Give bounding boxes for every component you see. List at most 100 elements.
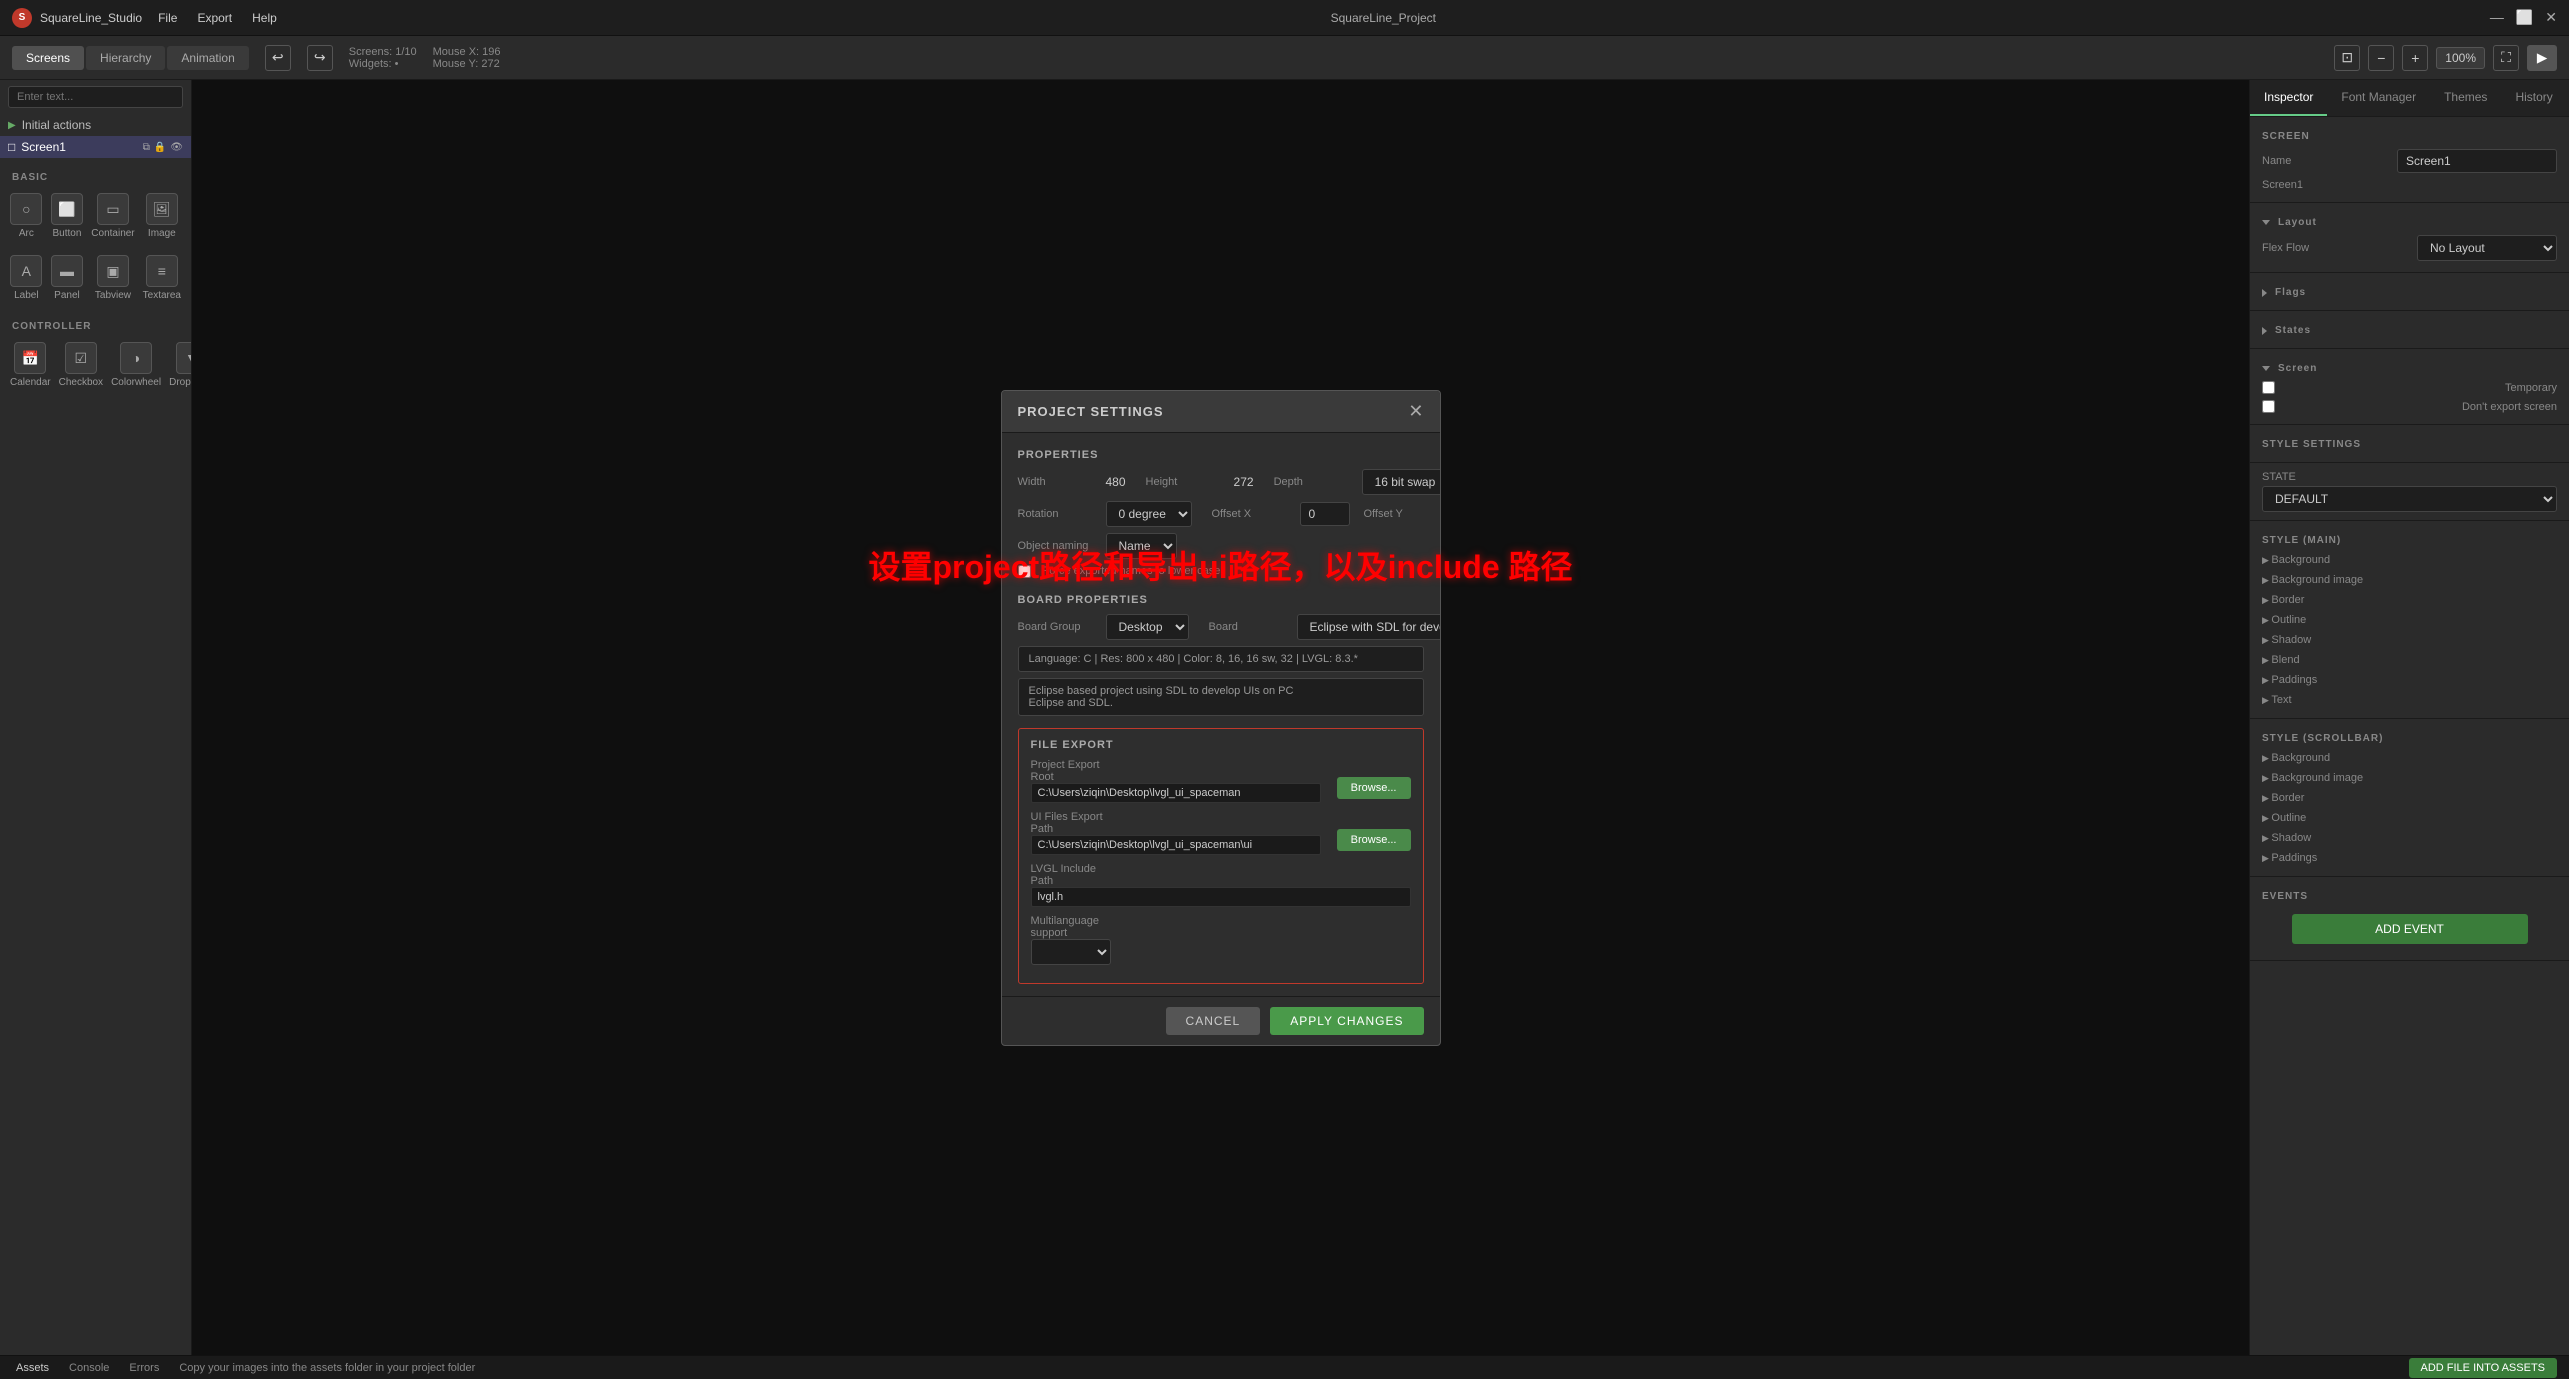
scroll-shadow[interactable]: Shadow: [2262, 828, 2557, 848]
copy-icon[interactable]: ⧉: [143, 142, 150, 153]
project-export-input[interactable]: [1031, 783, 1321, 803]
tab-themes[interactable]: Themes: [2430, 80, 2501, 116]
scroll-background[interactable]: Background: [2262, 748, 2557, 768]
container-icon: ▭: [97, 193, 129, 225]
style-text[interactable]: Text: [2262, 690, 2557, 710]
fit-screen-button[interactable]: ⊡: [2334, 45, 2360, 71]
style-paddings[interactable]: Paddings: [2262, 670, 2557, 690]
tab-animation[interactable]: Animation: [167, 46, 248, 70]
style-background-image[interactable]: Background image: [2262, 570, 2557, 590]
apply-button[interactable]: APPLY CHANGES: [1270, 1007, 1423, 1035]
style-background[interactable]: Background: [2262, 550, 2557, 570]
ui-files-label: UI Files Export Path: [1031, 811, 1111, 835]
multilang-select[interactable]: [1031, 939, 1111, 965]
tab-screens[interactable]: Screens: [12, 46, 84, 70]
tab-console[interactable]: Console: [65, 1362, 113, 1374]
style-outline[interactable]: Outline: [2262, 610, 2557, 630]
width-label: Width: [1018, 476, 1098, 488]
flags-title: Flags: [2262, 281, 2557, 302]
tree-item-initial-actions[interactable]: ▶ Initial actions: [0, 114, 191, 136]
obj-naming-row: Object naming Name: [1018, 533, 1424, 559]
canvas-area[interactable]: 设置project路径和导出ui路径，以及include 路径 PROJECT …: [192, 80, 2249, 1355]
widget-arc[interactable]: ○ Arc: [8, 187, 45, 245]
widget-colorwheel[interactable]: ◑ Colorwheel: [109, 336, 163, 394]
offset-x-input[interactable]: [1300, 502, 1350, 526]
scroll-paddings[interactable]: Paddings: [2262, 848, 2557, 868]
state-select[interactable]: DEFAULT: [2262, 486, 2557, 512]
screens-count: Screens: 1/10 Widgets: •: [349, 46, 417, 70]
undo-button[interactable]: ↩: [265, 45, 291, 71]
menu-export[interactable]: Export: [197, 11, 232, 25]
menu-help[interactable]: Help: [252, 11, 277, 25]
temporary-checkbox[interactable]: [2262, 381, 2275, 394]
lock-icon[interactable]: 🔒: [154, 142, 166, 153]
widget-panel[interactable]: ▬ Panel: [49, 249, 86, 307]
dimensions-row: Width 480 Height 272 Depth 16 bit swap: [1018, 469, 1424, 495]
lvgl-include-input[interactable]: [1031, 887, 1411, 907]
close-button[interactable]: ✕: [2545, 9, 2557, 26]
scroll-border[interactable]: Border: [2262, 788, 2557, 808]
tab-history[interactable]: History: [2501, 80, 2566, 116]
widget-container[interactable]: ▭ Container: [89, 187, 136, 245]
eye-icon[interactable]: 👁: [170, 142, 183, 153]
dont-export-checkbox[interactable]: [2262, 400, 2275, 413]
style-main-section: STYLE (MAIN) Background Background image…: [2250, 521, 2569, 719]
style-border[interactable]: Border: [2262, 590, 2557, 610]
zoom-in-button[interactable]: +: [2402, 45, 2428, 71]
cancel-button[interactable]: CANCEL: [1166, 1007, 1261, 1035]
name-input[interactable]: [2397, 149, 2557, 173]
basic-section-header: BASIC: [8, 166, 183, 187]
right-panel-tabs: Inspector Font Manager Themes History: [2250, 80, 2569, 117]
widget-tabview[interactable]: ▣ Tabview: [89, 249, 136, 307]
screen-sub-section: Screen Temporary Don't export screen: [2250, 349, 2569, 425]
add-file-button[interactable]: ADD FILE INTO ASSETS: [2409, 1358, 2558, 1378]
temporary-label: Temporary: [2505, 382, 2557, 394]
widget-image[interactable]: 🖼 Image: [141, 187, 183, 245]
board-group-select[interactable]: Desktop: [1106, 614, 1189, 640]
app-name: SquareLine_Studio: [40, 11, 142, 25]
widget-calendar[interactable]: 📅 Calendar: [8, 336, 53, 394]
height-label: Height: [1146, 476, 1226, 488]
fullscreen-button[interactable]: ⛶: [2493, 45, 2519, 71]
modal-close-button[interactable]: ✕: [1408, 401, 1423, 422]
search-input[interactable]: [8, 86, 183, 108]
tab-errors[interactable]: Errors: [125, 1362, 163, 1374]
tree-item-screen1[interactable]: □ Screen1 ⧉ 🔒 👁: [0, 136, 191, 158]
widget-textarea[interactable]: ≡ Textarea: [141, 249, 183, 307]
zoom-out-button[interactable]: −: [2368, 45, 2394, 71]
tab-font-manager[interactable]: Font Manager: [2327, 80, 2430, 116]
redo-button[interactable]: ↪: [307, 45, 333, 71]
state-label: STATE: [2262, 471, 2557, 483]
style-blend[interactable]: Blend: [2262, 650, 2557, 670]
scroll-outline[interactable]: Outline: [2262, 808, 2557, 828]
widget-dropdown[interactable]: ▼ Dropdown: [167, 336, 191, 394]
widget-label[interactable]: A Label: [8, 249, 45, 307]
menu-file[interactable]: File: [158, 11, 177, 25]
obj-naming-select[interactable]: Name: [1106, 533, 1177, 559]
ui-browse-button[interactable]: Browse...: [1337, 829, 1411, 851]
minimize-button[interactable]: —: [2490, 9, 2504, 26]
widget-checkbox[interactable]: ☑ Checkbox: [57, 336, 105, 394]
app-icon: S: [12, 8, 32, 28]
style-shadow[interactable]: Shadow: [2262, 630, 2557, 650]
widget-button[interactable]: ⬜ Button: [49, 187, 86, 245]
tab-hierarchy[interactable]: Hierarchy: [86, 46, 165, 70]
maximize-button[interactable]: ⬜: [2516, 9, 2533, 26]
multilang-row: Multilanguage support: [1031, 915, 1411, 965]
play-button[interactable]: ▶: [2527, 45, 2557, 71]
force-lower-label: Force exported names to lower case: [1043, 565, 1221, 577]
tab-inspector[interactable]: Inspector: [2250, 80, 2327, 116]
name-key: Name: [2262, 155, 2291, 167]
rotation-select[interactable]: 0 degree: [1106, 501, 1192, 527]
ui-files-input[interactable]: [1031, 835, 1321, 855]
status-message: Copy your images into the assets folder …: [179, 1362, 2408, 1374]
scroll-background-image[interactable]: Background image: [2262, 768, 2557, 788]
force-lower-checkbox[interactable]: [1018, 565, 1031, 578]
board-select[interactable]: Eclipse with SDL for development on PC: [1297, 614, 1440, 640]
flex-flow-select[interactable]: No Layout: [2417, 235, 2557, 261]
tab-assets[interactable]: Assets: [12, 1362, 53, 1374]
zoom-level: 100%: [2436, 47, 2485, 69]
project-browse-button[interactable]: Browse...: [1337, 777, 1411, 799]
depth-select[interactable]: 16 bit swap: [1362, 469, 1440, 495]
add-event-button[interactable]: ADD EVENT: [2292, 914, 2528, 944]
